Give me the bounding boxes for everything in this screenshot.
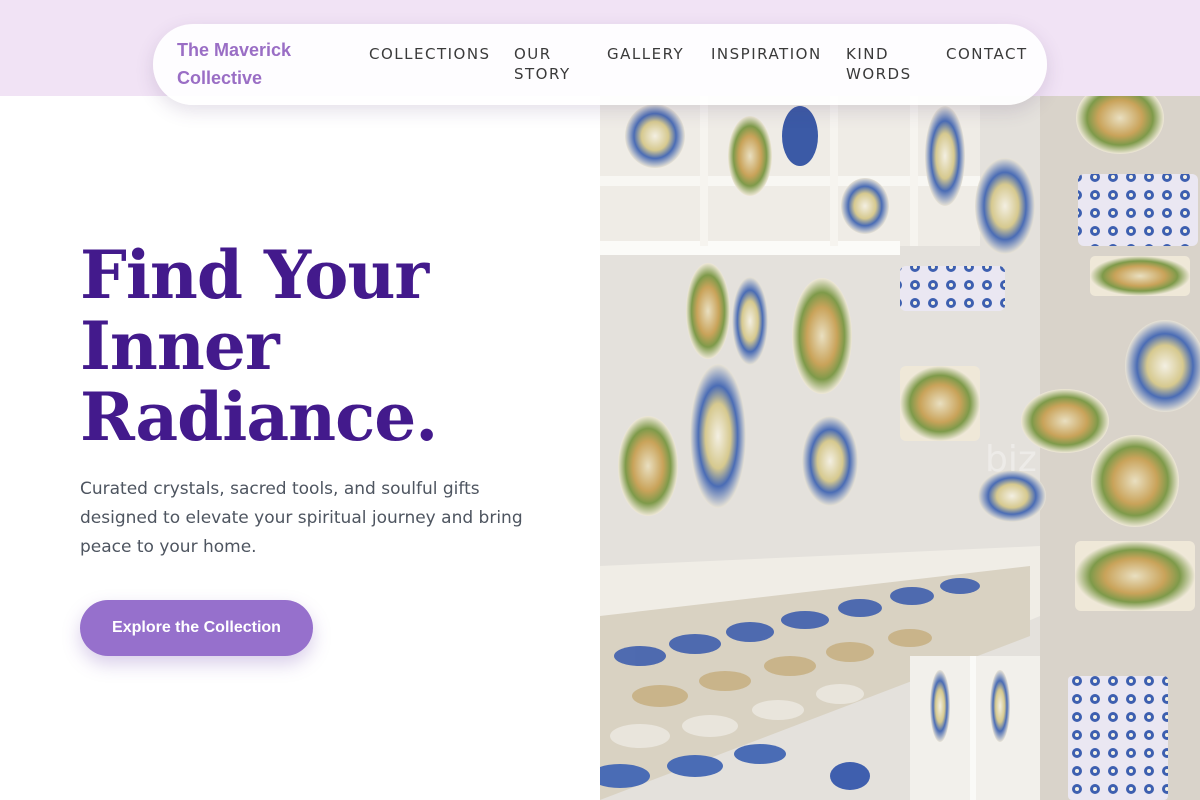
hero-image-ceramics-shop: biz	[600, 96, 1200, 800]
nav-link-gallery[interactable]: GALLERY	[607, 44, 687, 64]
explore-collection-button[interactable]: Explore the Collection	[80, 600, 313, 656]
main-navbar: The Maverick Collective COLLECTIONS OUR …	[153, 24, 1047, 105]
nav-link-contact[interactable]: CONTACT	[946, 44, 1031, 64]
nav-link-inspiration[interactable]: INSPIRATION	[711, 44, 826, 64]
hero-subtitle: Curated crystals, sacred tools, and soul…	[80, 479, 523, 557]
nav-link-kind-words[interactable]: KIND WORDS	[846, 44, 916, 84]
nav-link-our-story[interactable]: OUR STORY	[514, 44, 584, 84]
brand-logo-link[interactable]: The Maverick Collective	[177, 36, 327, 92]
hero-text-block: Find Your Inner Radiance. Curated crysta…	[80, 240, 560, 562]
image-watermark: biz	[985, 439, 1037, 480]
hero-title: Find Your Inner Radiance.	[80, 236, 438, 456]
nav-link-collections[interactable]: COLLECTIONS	[369, 44, 489, 64]
